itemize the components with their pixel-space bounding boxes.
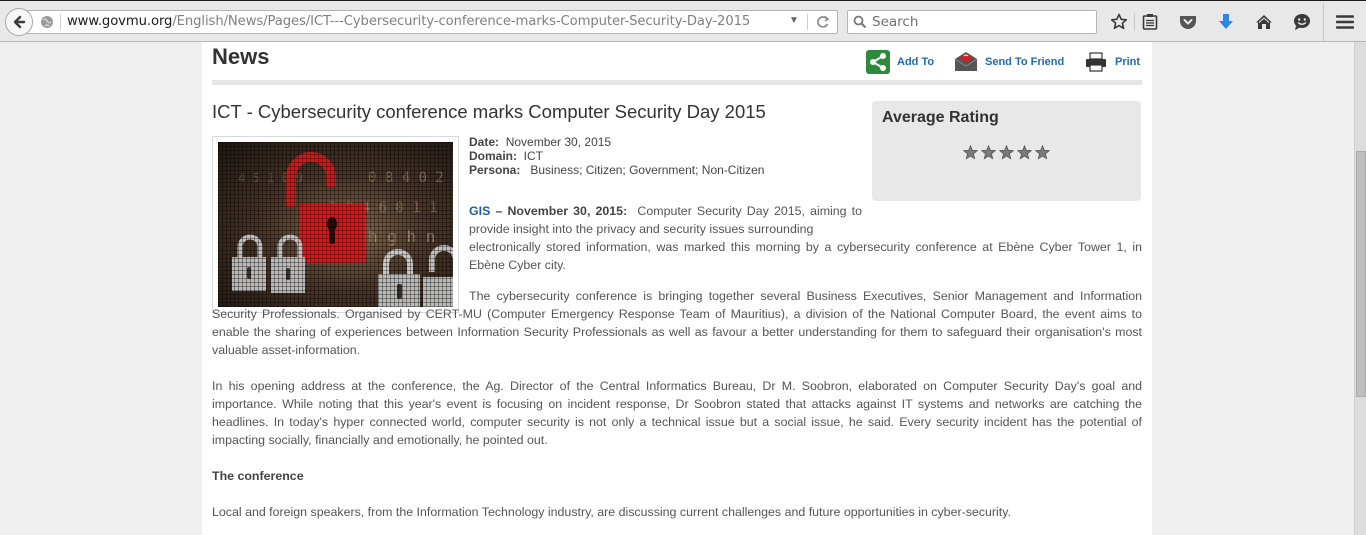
toolbar-separator xyxy=(1323,3,1324,41)
article-paragraph: The cybersecurity conference is bringing… xyxy=(212,287,1142,359)
rating-stars[interactable] xyxy=(963,145,1050,160)
rating-star-icon[interactable] xyxy=(999,145,1014,160)
url-separator xyxy=(807,14,808,30)
dropdown-icon[interactable]: ▼ xyxy=(789,15,799,26)
toolbar-separator xyxy=(1134,13,1135,31)
send-to-friend-action[interactable]: Send To Friend xyxy=(954,50,1064,74)
envelope-icon xyxy=(954,50,978,74)
url-text[interactable]: www.govmu.org/English/News/Pages/ICT---C… xyxy=(67,14,783,29)
rating-star-icon[interactable] xyxy=(963,145,978,160)
average-rating-panel: Average Rating xyxy=(872,101,1141,201)
lead-narrow: GIS – November 30, 2015: Computer Securi… xyxy=(469,202,862,238)
print-button[interactable]: Print xyxy=(1084,50,1140,74)
subheading: The conference xyxy=(212,469,304,483)
page-viewport: News Add To Send To Friend Print ICT - C… xyxy=(0,42,1354,535)
search-icon xyxy=(853,15,867,29)
date-value: November 30, 2015 xyxy=(505,135,612,149)
back-icon xyxy=(13,15,26,29)
meta-date: Date: November 30, 2015 xyxy=(469,135,764,149)
rating-title: Average Rating xyxy=(882,109,999,126)
print-action[interactable]: Print xyxy=(1084,50,1140,74)
chat-icon[interactable] xyxy=(1292,12,1312,32)
send-to-friend-label: Send To Friend xyxy=(985,56,1065,68)
back-button[interactable] xyxy=(5,8,33,36)
url-host: www.govmu.org xyxy=(67,14,173,29)
pocket-icon[interactable] xyxy=(1178,12,1198,32)
rating-star-icon[interactable] xyxy=(1035,145,1050,160)
meta-persona: Persona: Business; Citizen; Government; … xyxy=(469,163,764,177)
add-to-label: Add To xyxy=(897,56,935,68)
date-label: Date: xyxy=(469,135,500,149)
article-paragraph: Local and foreign speakers, from the Inf… xyxy=(212,505,1011,519)
section-title: News xyxy=(212,44,270,69)
share-icon xyxy=(866,50,890,74)
dateline: – November 30, 2015: xyxy=(490,204,628,218)
search-input[interactable] xyxy=(872,13,1092,31)
url-path: /English/News/Pages/ICT---Cybersecurity-… xyxy=(172,14,751,29)
browser-toolbar: www.govmu.org/English/News/Pages/ICT---C… xyxy=(0,0,1366,42)
source-gis-link[interactable]: GIS xyxy=(469,204,490,218)
domain-label: Domain: xyxy=(469,149,517,163)
domain-value: ICT xyxy=(523,149,544,163)
title-divider xyxy=(212,80,1142,85)
rating-star-icon[interactable] xyxy=(1017,145,1032,160)
downloads-icon[interactable] xyxy=(1216,12,1236,32)
article-title: ICT - Cybersecurity conference marks Com… xyxy=(212,101,766,122)
menu-icon[interactable] xyxy=(1335,12,1355,32)
vertical-scrollbar[interactable] xyxy=(1354,42,1366,535)
url-separator xyxy=(60,14,61,30)
home-icon[interactable] xyxy=(1254,12,1274,32)
persona-value: Business; Citizen; Government; Non-Citiz… xyxy=(530,163,765,177)
url-bar[interactable]: www.govmu.org/English/News/Pages/ICT---C… xyxy=(22,10,838,34)
scrollbar-thumb[interactable] xyxy=(1356,151,1366,397)
article-metadata: Date: November 30, 2015 Domain: ICT Pers… xyxy=(469,135,764,177)
article-paragraph: GIS – November 30, 2015: Computer Securi… xyxy=(469,202,1142,274)
add-to-button[interactable]: Add To xyxy=(866,50,934,74)
meta-domain: Domain: ICT xyxy=(469,149,764,163)
rating-star-icon[interactable] xyxy=(981,145,996,160)
printer-icon xyxy=(1084,50,1108,74)
reload-icon[interactable] xyxy=(815,14,831,30)
print-label: Print xyxy=(1115,56,1141,68)
add-to-action[interactable]: Add To xyxy=(866,50,934,74)
content-area: News Add To Send To Friend Print ICT - C… xyxy=(202,42,1152,535)
lead-continued: electronically stored information, was m… xyxy=(469,240,1142,272)
search-box[interactable] xyxy=(847,10,1097,34)
globe-icon xyxy=(41,16,53,28)
persona-label: Persona: xyxy=(469,163,521,177)
reading-list-icon[interactable] xyxy=(1140,12,1160,32)
send-to-friend-button[interactable]: Send To Friend xyxy=(954,50,1064,74)
article-paragraph: In his opening address at the conference… xyxy=(212,379,1142,447)
padlock-image: 0 8 4 0 2 1 3 9 4 6 0 1 1 4 5 1 0 9 h g … xyxy=(218,142,453,307)
bookmark-star-icon[interactable] xyxy=(1109,12,1129,32)
